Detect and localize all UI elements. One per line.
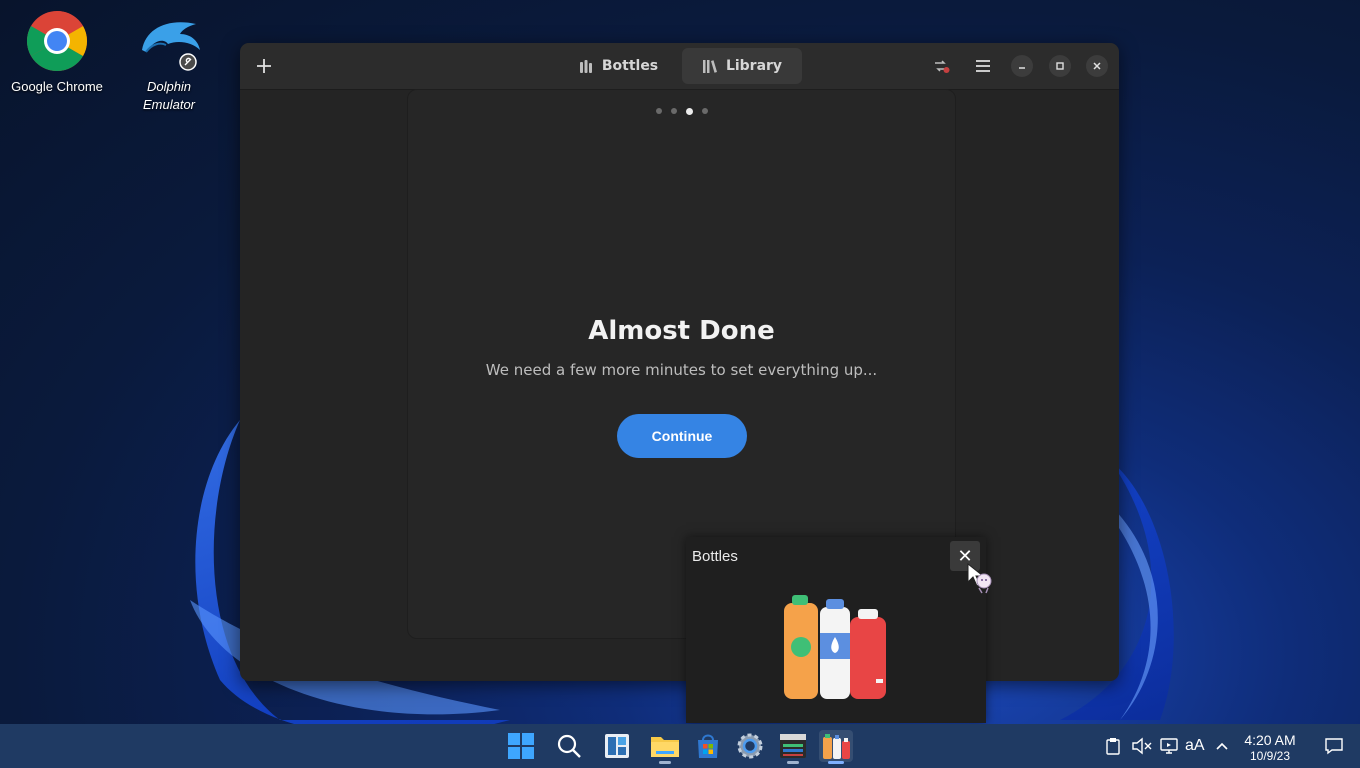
sync-error-icon	[935, 60, 950, 73]
taskbar: aA 4:20 AM 10/9/23	[0, 724, 1360, 768]
desktop-icon-label: Google Chrome	[11, 79, 103, 94]
file-explorer-button[interactable]	[648, 730, 682, 764]
plus-icon	[257, 59, 271, 73]
close-button[interactable]	[1086, 55, 1108, 77]
desktop-icon-dolphin[interactable]: Dolphin Emulator	[117, 2, 221, 114]
display-icon[interactable]	[1159, 737, 1179, 755]
main-menu-button[interactable]	[970, 53, 996, 79]
clock[interactable]: 4:20 AM 10/9/23	[1236, 732, 1304, 763]
store-icon	[698, 734, 718, 758]
clock-date: 10/9/23	[1249, 749, 1291, 763]
running-indicator	[787, 761, 799, 764]
volume-muted-icon[interactable]	[1131, 737, 1153, 755]
minimize-button[interactable]	[1011, 55, 1033, 77]
active-indicator	[828, 761, 844, 764]
preview-title: Bottles	[692, 548, 738, 565]
bottles-icon	[823, 734, 850, 759]
page-dot[interactable]	[670, 108, 677, 114]
search-icon	[557, 734, 581, 758]
chrome-icon	[26, 10, 88, 72]
bottles-icon	[579, 60, 592, 73]
maximize-button[interactable]	[1049, 55, 1071, 77]
maximize-icon	[1056, 62, 1064, 70]
page-dot[interactable]	[655, 108, 662, 114]
gear-icon	[737, 733, 763, 759]
desktop-icon-label: Dolphin Emulator	[142, 79, 196, 112]
terminal-icon	[780, 734, 806, 758]
folder-icon	[651, 737, 679, 757]
widgets-button[interactable]	[600, 730, 634, 762]
mouse-cursor	[967, 562, 992, 594]
search-button[interactable]	[552, 730, 586, 762]
add-bottle-button[interactable]	[250, 52, 278, 80]
chevron-up-icon[interactable]	[1215, 740, 1229, 752]
onboarding-title: Almost Done	[588, 316, 775, 346]
page-dot[interactable]	[701, 108, 708, 114]
widgets-icon	[605, 734, 629, 758]
page-dot-current[interactable]	[685, 107, 693, 115]
tab-bottles[interactable]: Bottles	[568, 48, 668, 84]
library-icon	[702, 60, 717, 73]
bottles-app-icon	[784, 595, 886, 699]
onboarding-subtitle: We need a few more minutes to set everyt…	[485, 361, 878, 379]
desktop-icon-chrome[interactable]: Google Chrome	[5, 2, 109, 96]
continue-button[interactable]: Continue	[617, 414, 747, 458]
language-indicator[interactable]: aA	[1185, 737, 1205, 755]
tab-bottles-label: Bottles	[601, 58, 659, 74]
windows-start-icon	[508, 733, 534, 759]
running-indicator	[659, 761, 671, 764]
page-indicator	[408, 107, 955, 115]
dolphin-icon	[138, 10, 200, 72]
bottles-taskbar-button[interactable]	[819, 730, 853, 764]
system-tray: aA	[1104, 724, 1229, 768]
notification-icon[interactable]	[1324, 737, 1344, 755]
window-headerbar: Bottles Library	[240, 43, 1119, 90]
close-icon	[1093, 62, 1101, 70]
tab-library[interactable]: Library	[682, 48, 802, 84]
settings-button[interactable]	[733, 730, 767, 762]
minimize-icon	[1019, 67, 1025, 69]
tab-library-label: Library	[725, 58, 783, 74]
steam-sync-button[interactable]	[930, 55, 954, 77]
hamburger-menu-icon	[976, 60, 990, 72]
clipboard-icon[interactable]	[1104, 737, 1122, 755]
clock-time: 4:20 AM	[1244, 732, 1296, 748]
store-button[interactable]	[691, 730, 725, 762]
start-button[interactable]	[504, 730, 538, 762]
taskbar-window-preview[interactable]: Bottles ✕	[686, 537, 986, 723]
terminal-button[interactable]	[776, 730, 810, 764]
